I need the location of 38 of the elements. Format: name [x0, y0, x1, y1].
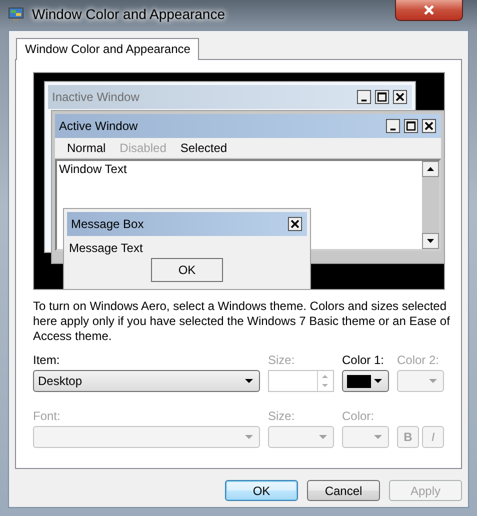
menu-item[interactable]: Selected — [173, 141, 234, 155]
dropdown-arrow-icon — [429, 379, 437, 383]
window-caption: Message Box — [71, 217, 144, 231]
field-label: Color 1: — [342, 353, 386, 368]
close-icon — [422, 5, 436, 15]
ok-button[interactable]: OK — [151, 258, 223, 282]
dropdown[interactable]: Desktop — [33, 370, 260, 392]
dropdown-arrow-icon — [245, 379, 253, 383]
scrollbar[interactable] — [422, 161, 439, 249]
close-button[interactable] — [287, 217, 303, 231]
monitor-icon — [8, 7, 24, 23]
close-button[interactable] — [395, 0, 463, 21]
dropdown-arrow-icon — [319, 435, 327, 439]
field-label: Item: — [33, 353, 61, 368]
window-caption: Active Window — [59, 119, 138, 133]
dropdown-arrow-icon — [374, 435, 382, 439]
tab[interactable]: Window Color and Appearance — [16, 38, 200, 60]
color-picker[interactable] — [342, 370, 389, 392]
dialog-button[interactable]: Cancel — [307, 480, 380, 501]
field-label: Size: — [268, 353, 296, 368]
menu-item[interactable]: Normal — [60, 141, 113, 155]
description-text: To turn on Windows Aero, select a Windows theme. Colors and sizes selected here apply only if you have selected the Windows 7 Basic theme or an Ease of Access theme. — [33, 299, 451, 344]
field-label: Color 2: — [397, 353, 440, 368]
window-title: Window Color and Appearance — [32, 6, 226, 22]
minimize-button[interactable] — [385, 119, 401, 133]
maximize-button[interactable] — [403, 119, 419, 133]
window-caption: Inactive Window — [52, 90, 140, 104]
dropdown-arrow-icon — [245, 435, 253, 439]
scroll-up-button[interactable] — [422, 161, 439, 177]
close-button[interactable] — [421, 119, 437, 133]
field-label: Size: — [268, 409, 296, 424]
scroll-down-button[interactable] — [422, 233, 439, 249]
dropdown-arrow-icon — [374, 379, 382, 383]
field-label: Font: — [33, 409, 62, 424]
message-text: Message Text — [69, 241, 143, 255]
field-label: Color: — [342, 409, 376, 424]
window-text: Window Text — [59, 162, 127, 176]
dialog-button[interactable]: OK — [225, 480, 298, 501]
